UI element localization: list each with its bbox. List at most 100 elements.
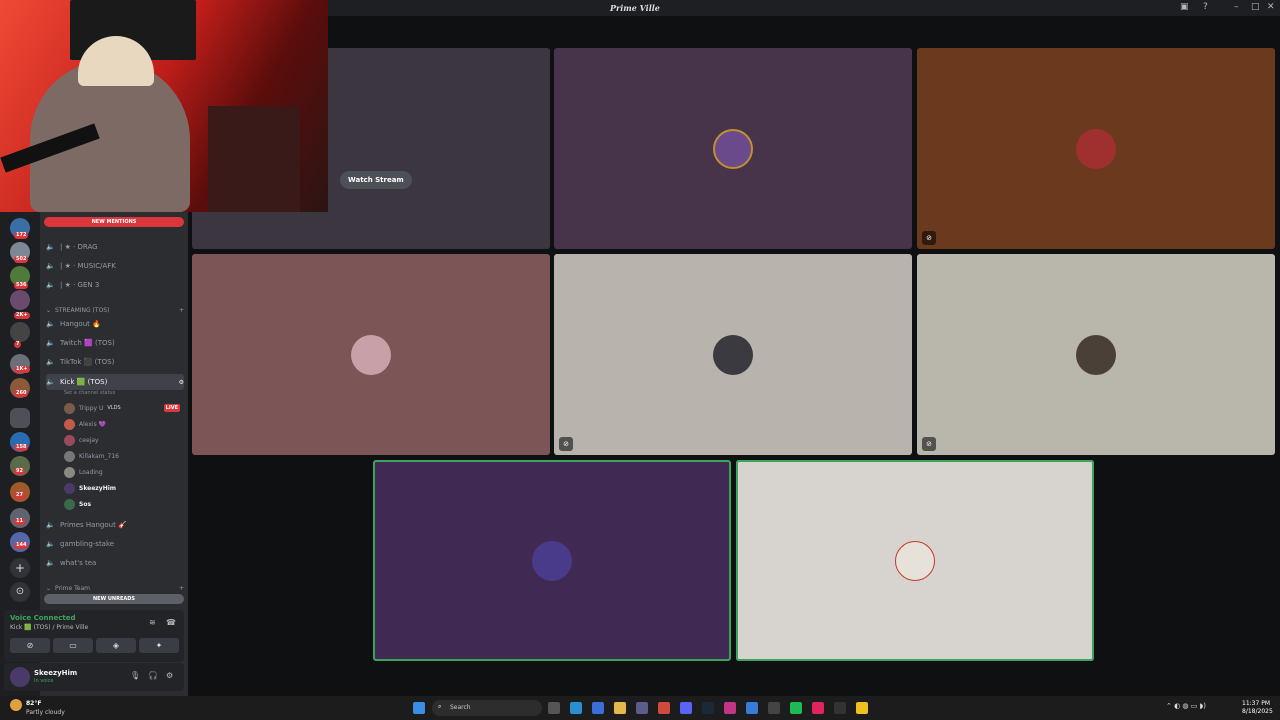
user-tile[interactable] — [554, 48, 912, 249]
mic-icon[interactable]: 🎙 — [130, 671, 140, 680]
voice-user[interactable]: Alexis 💜 — [64, 417, 180, 431]
settings-icon[interactable] — [768, 702, 780, 714]
voice-user[interactable]: Killakam_716 — [64, 449, 180, 463]
avatar — [64, 466, 75, 478]
webcam-overlay — [0, 0, 328, 212]
user-name: Sos — [79, 500, 92, 508]
clock-time[interactable]: 11:37 PM — [1242, 700, 1270, 707]
soundboard-button[interactable]: ✦ — [139, 638, 179, 653]
channel-hangout[interactable]: 🔈 Hangout 🔥 — [46, 317, 184, 331]
settings-icon[interactable]: ⚙ — [179, 379, 184, 386]
store-icon[interactable] — [636, 702, 648, 714]
instagram-icon[interactable] — [724, 702, 736, 714]
watch-stream-button[interactable]: Watch Stream — [340, 171, 412, 189]
voice-user[interactable]: Sos — [64, 497, 180, 511]
voice-panel: Voice Connected Kick 🟩 (TOS) / Prime Vil… — [4, 610, 184, 662]
badge: 2K+ — [14, 312, 30, 319]
app-icon[interactable] — [834, 702, 846, 714]
avatar — [1076, 334, 1116, 375]
category-label: STREAMING (TOS) — [55, 306, 110, 314]
channel-gen3[interactable]: 🔈 | ★ · GEN 3 — [46, 278, 184, 292]
add-channel-icon[interactable]: + — [179, 307, 184, 314]
add-channel-icon[interactable]: + — [179, 585, 184, 592]
voice-user[interactable]: Loading — [64, 465, 180, 479]
start-icon[interactable] — [413, 702, 425, 714]
channel-label: gambling-stake — [60, 540, 115, 548]
new-mentions-pill[interactable]: NEW MENTIONS — [44, 217, 184, 227]
tray-icons[interactable]: ⌃ ◐ ◍ ▭ ◗) — [1166, 702, 1206, 710]
screen-share-button[interactable]: ▭ — [53, 638, 93, 653]
avatar — [64, 482, 75, 494]
channel-twitch[interactable]: 🔈 Twitch 🟪 (TOS) — [46, 336, 184, 350]
channel-gambling[interactable]: 🔈 gambling-stake — [46, 537, 184, 551]
user-tile[interactable]: ⊘ — [917, 48, 1275, 249]
voice-user[interactable]: Trippy U VLDS LIVE — [64, 401, 180, 415]
avatar — [895, 540, 935, 581]
badge: 144 — [14, 542, 29, 549]
minimize-button[interactable]: – — [1234, 2, 1239, 12]
speaker-icon: 🔈 — [46, 262, 55, 270]
avatar — [1076, 128, 1116, 169]
voice-user[interactable]: ceejay — [64, 433, 180, 447]
speaker-icon: 🔈 — [46, 320, 55, 328]
add-server-icon[interactable]: + — [10, 558, 30, 578]
speaker-icon: 🔈 — [46, 281, 55, 289]
steam-icon[interactable] — [702, 702, 714, 714]
maximize-button[interactable]: □ — [1251, 2, 1260, 12]
badge: 536 — [14, 282, 29, 289]
camera-button[interactable]: ⊘ — [10, 638, 50, 653]
speaker-icon: 🔈 — [46, 243, 55, 251]
channel-music[interactable]: 🔈 | ★ · MUSIC/AFK — [46, 259, 184, 273]
file-explorer-icon[interactable] — [614, 702, 626, 714]
channel-primes-hangout[interactable]: 🔈 Primes Hangout 🎸 — [46, 518, 184, 532]
activity-button[interactable]: ◈ — [96, 638, 136, 653]
app-icon[interactable] — [746, 702, 758, 714]
channel-tiktok[interactable]: 🔈 TikTok ⬛ (TOS) — [46, 355, 184, 369]
folder-icon[interactable] — [10, 408, 30, 428]
user-name: SkeezyHim — [34, 669, 78, 677]
voice-location[interactable]: Kick 🟩 (TOS) / Prime Ville — [10, 624, 88, 631]
user-tile[interactable] — [373, 460, 731, 661]
chrome-icon[interactable] — [658, 702, 670, 714]
server-icon[interactable] — [10, 290, 30, 310]
avatar — [64, 498, 75, 510]
headphones-icon[interactable]: 🎧 — [148, 671, 158, 680]
close-button[interactable]: ✕ — [1267, 2, 1275, 12]
category-prime-team[interactable]: ⌄ Prime Team + — [46, 581, 184, 595]
clock-date[interactable]: 8/18/2025 — [1242, 708, 1273, 715]
copilot-icon[interactable] — [592, 702, 604, 714]
inbox-icon[interactable]: ▣ — [1180, 2, 1189, 12]
user-tile[interactable] — [736, 460, 1094, 661]
discord-icon[interactable] — [680, 702, 692, 714]
settings-icon[interactable]: ⚙ — [166, 671, 173, 680]
avatar[interactable] — [10, 667, 30, 687]
channel-status[interactable]: Set a channel status — [64, 390, 115, 396]
user-tile[interactable]: ⊘ — [917, 254, 1275, 455]
server-icon[interactable] — [10, 322, 30, 342]
help-icon[interactable]: ? — [1203, 2, 1208, 12]
search-box[interactable]: ⌕ Search — [432, 700, 542, 716]
badge: 11 — [14, 518, 25, 525]
channel-whats-tea[interactable]: 🔈 what's tea — [46, 556, 184, 570]
channel-drag[interactable]: 🔈 | ★ · DRAG — [46, 240, 184, 254]
window-title: Prime Ville — [610, 3, 660, 13]
voice-user[interactable]: SkeezyHim — [64, 481, 180, 495]
edge-icon[interactable] — [570, 702, 582, 714]
user-tag: VLDS — [107, 405, 121, 411]
noise-icon[interactable]: ≋ — [149, 618, 156, 627]
user-tile[interactable]: ⊘ — [554, 254, 912, 455]
app-icon[interactable] — [790, 702, 802, 714]
weather-icon[interactable] — [10, 699, 22, 711]
task-view-icon[interactable] — [548, 702, 560, 714]
channel-label: Twitch 🟪 (TOS) — [60, 339, 115, 347]
user-name: SkeezyHim — [79, 484, 117, 492]
sticky-notes-icon[interactable] — [856, 702, 868, 714]
discover-icon[interactable]: ⊙ — [10, 582, 30, 602]
new-unreads-pill[interactable]: NEW UNREADS — [44, 594, 184, 604]
disconnect-icon[interactable]: ☎ — [166, 618, 176, 627]
user-tile[interactable] — [192, 254, 550, 455]
category-streaming[interactable]: ⌄ STREAMING (TOS) + — [46, 303, 184, 317]
channel-kick[interactable]: 🔈 Kick 🟩 (TOS) ⚙ — [46, 374, 184, 390]
tiktok-icon[interactable] — [812, 702, 824, 714]
speaker-icon: 🔈 — [46, 378, 55, 386]
